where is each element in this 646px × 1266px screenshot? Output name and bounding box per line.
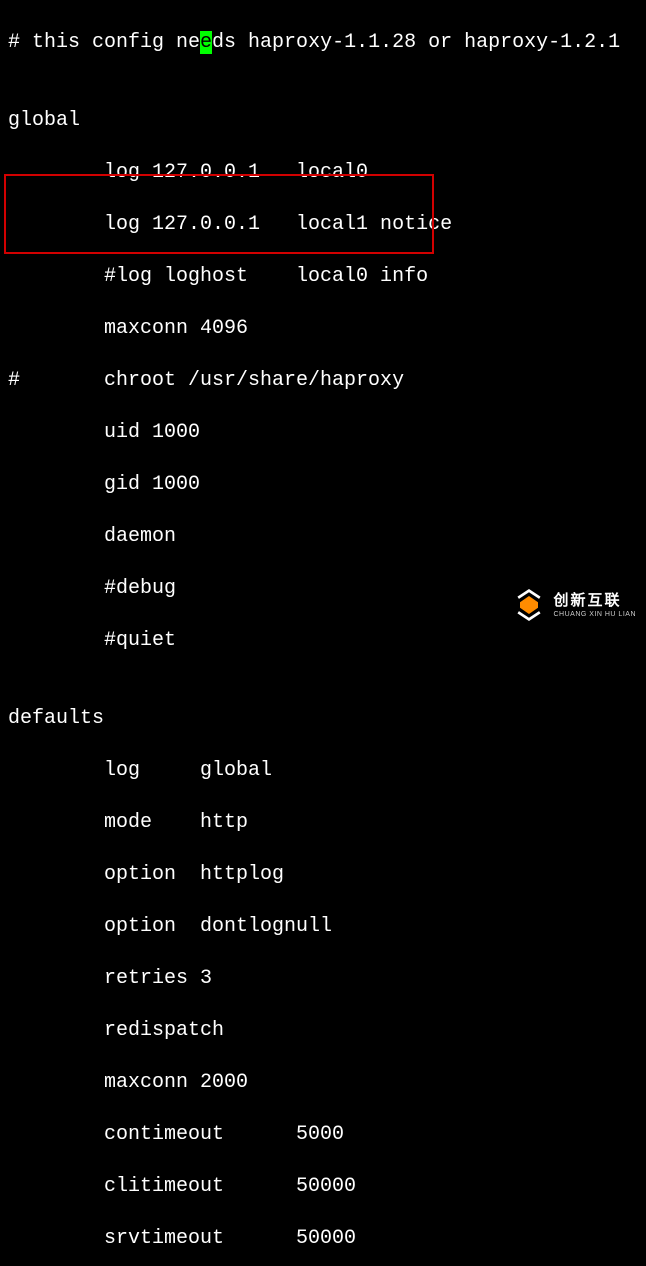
config-line-retries: retries 3 xyxy=(8,966,638,992)
cursor-position: e xyxy=(200,31,212,54)
config-line-daemon: daemon xyxy=(8,524,638,550)
config-line-maxconn: maxconn 2000 xyxy=(8,1070,638,1096)
watermark: 创新互联 CHUANG XIN HU LIAN xyxy=(511,587,636,623)
config-line-log: log 127.0.0.1 local1 notice xyxy=(8,212,638,238)
config-line-uid: uid 1000 xyxy=(8,420,638,446)
config-line-comment: # this config needs haproxy-1.1.28 or ha… xyxy=(8,30,638,56)
config-line-log: log 127.0.0.1 local0 xyxy=(8,160,638,186)
config-line-redispatch: redispatch xyxy=(8,1018,638,1044)
watermark-logo-icon xyxy=(511,587,547,623)
config-section-defaults: defaults xyxy=(8,706,638,732)
watermark-brand-en: CHUANG XIN HU LIAN xyxy=(553,610,636,619)
config-line-gid: gid 1000 xyxy=(8,472,638,498)
config-line-log: log global xyxy=(8,758,638,784)
config-line-clitimeout: clitimeout 50000 xyxy=(8,1174,638,1200)
config-line-srvtimeout: srvtimeout 50000 xyxy=(8,1226,638,1252)
config-section-global: global xyxy=(8,108,638,134)
config-line-contimeout: contimeout 5000 xyxy=(8,1122,638,1148)
watermark-brand-cn: 创新互联 xyxy=(553,591,636,611)
config-line-chroot-comment: # chroot /usr/share/haproxy xyxy=(8,368,638,394)
watermark-text: 创新互联 CHUANG XIN HU LIAN xyxy=(553,591,636,620)
config-line-option: option dontlognull xyxy=(8,914,638,940)
config-line-maxconn: maxconn 4096 xyxy=(8,316,638,342)
config-line-quiet-comment: #quiet xyxy=(8,628,638,654)
terminal-output: # this config needs haproxy-1.1.28 or ha… xyxy=(0,0,646,1266)
config-line-option: option httplog xyxy=(8,862,638,888)
config-line-mode: mode http xyxy=(8,810,638,836)
config-line-log-comment: #log loghost local0 info xyxy=(8,264,638,290)
